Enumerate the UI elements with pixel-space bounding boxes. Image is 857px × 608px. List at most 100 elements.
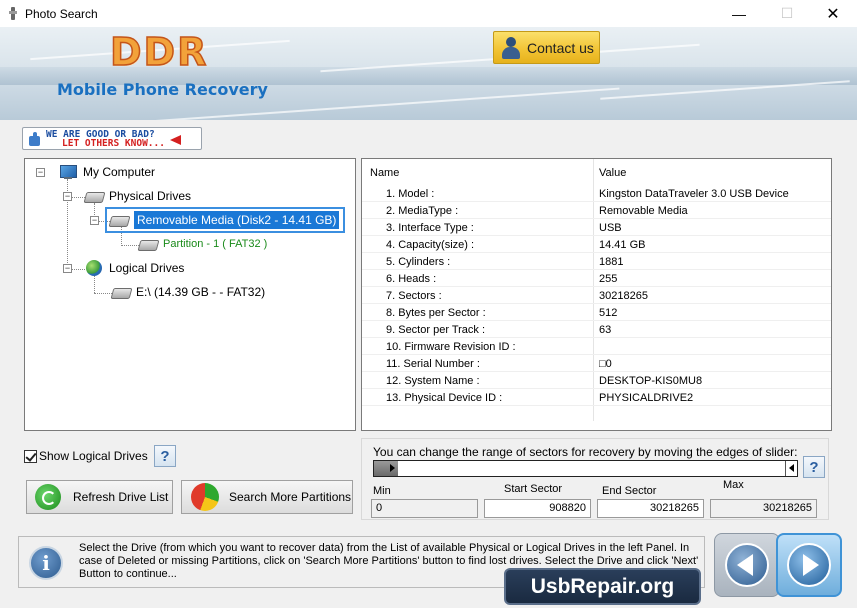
slider-end-handle[interactable]: [785, 461, 797, 476]
property-row[interactable]: 9. Sector per Track : 63: [362, 321, 831, 338]
drive-icon: [111, 285, 131, 299]
sector-range-slider[interactable]: [373, 460, 798, 477]
app-icon: [6, 6, 20, 22]
header-banner: DDR Mobile Phone Recovery Contact us: [0, 27, 857, 120]
property-row[interactable]: 8. Bytes per Sector : 512: [362, 304, 831, 321]
arrow-right-icon: [803, 554, 819, 576]
property-value: 30218265: [599, 290, 648, 302]
property-row[interactable]: 10. Firmware Revision ID :: [362, 338, 831, 355]
slider-start-handle[interactable]: [374, 461, 398, 476]
end-sector-field[interactable]: 30218265: [597, 499, 704, 518]
min-label: Min: [373, 485, 391, 497]
megaphone-icon: [168, 132, 184, 146]
arrow-left-icon: [737, 554, 753, 576]
property-row[interactable]: 3. Interface Type : USB: [362, 219, 831, 236]
slider-caption: You can change the range of sectors for …: [373, 445, 798, 459]
max-sector-field: 30218265: [710, 499, 817, 518]
property-name: 12. System Name :: [386, 375, 480, 387]
property-row[interactable]: 7. Sectors : 30218265: [362, 287, 831, 304]
property-row[interactable]: 6. Heads : 255: [362, 270, 831, 287]
product-subtitle: Mobile Phone Recovery: [57, 80, 268, 99]
property-row[interactable]: 5. Cylinders : 1881: [362, 253, 831, 270]
close-button[interactable]: ✕: [810, 0, 856, 27]
property-row[interactable]: 4. Capacity(size) : 14.41 GB: [362, 236, 831, 253]
collapse-my-computer[interactable]: −: [36, 168, 45, 177]
property-name: 9. Sector per Track :: [386, 324, 486, 336]
property-name: 10. Firmware Revision ID :: [386, 341, 516, 353]
search-more-partitions-button[interactable]: Search More Partitions: [181, 480, 353, 514]
property-value: 255: [599, 273, 618, 285]
checkbox-checked-icon[interactable]: [24, 449, 37, 463]
property-value: 512: [599, 307, 618, 319]
tree-item-physical-drives[interactable]: Physical Drives: [84, 189, 191, 203]
contact-us-button[interactable]: Contact us: [493, 31, 600, 64]
collapse-removable-media[interactable]: −: [90, 216, 99, 225]
logo: DDR: [109, 29, 209, 75]
back-button[interactable]: [714, 533, 780, 597]
property-row[interactable]: 2. MediaType : Removable Media: [362, 202, 831, 219]
property-value: 14.41 GB: [599, 239, 646, 251]
hard-drive-icon: [84, 189, 104, 203]
property-name: 5. Cylinders :: [386, 256, 451, 268]
person-icon: [500, 36, 522, 60]
start-sector-label: Start Sector: [504, 483, 563, 495]
maximize-button[interactable]: ☐: [764, 0, 810, 27]
drive-properties-grid[interactable]: Name Value 1. Model : Kingston DataTravel…: [361, 158, 832, 431]
collapse-logical-drives[interactable]: −: [63, 264, 72, 273]
refresh-drive-list-button[interactable]: Refresh Drive List: [26, 480, 173, 514]
property-name: 1. Model :: [386, 188, 435, 200]
property-value: 63: [599, 324, 612, 336]
property-name: 6. Heads :: [386, 273, 437, 285]
property-value: □0: [599, 358, 612, 370]
property-name: 13. Physical Device ID :: [386, 392, 503, 404]
property-row[interactable]: 12. System Name : DESKTOP-KIS0MU8: [362, 372, 831, 389]
min-sector-field: 0: [371, 499, 478, 518]
property-value: Removable Media: [599, 205, 688, 217]
window-title: Photo Search: [25, 6, 98, 21]
tree-item-partition[interactable]: Partition - 1 ( FAT32 ): [138, 237, 267, 251]
property-value: DESKTOP-KIS0MU8: [599, 375, 703, 387]
pie-chart-icon: [191, 483, 219, 511]
title-bar: Photo Search — ☐ ✕: [0, 0, 857, 27]
tree-item-logical-drives[interactable]: Logical Drives: [84, 260, 184, 276]
next-button[interactable]: [776, 533, 842, 597]
property-row[interactable]: 13. Physical Device ID : PHYSICALDRIVE2: [362, 389, 831, 406]
show-logical-drives-checkbox[interactable]: Show Logical Drives: [24, 449, 148, 463]
logical-drives-icon: [84, 260, 104, 276]
removable-drive-icon: [109, 213, 129, 227]
max-label: Max: [723, 479, 744, 491]
contact-us-label: Contact us: [527, 39, 594, 56]
end-sector-label: End Sector: [602, 485, 657, 497]
collapse-physical-drives[interactable]: −: [63, 192, 72, 201]
property-name: 8. Bytes per Sector :: [386, 307, 486, 319]
grid-header: Name Value: [362, 163, 831, 183]
property-name: 11. Serial Number :: [386, 358, 480, 370]
feedback-banner[interactable]: WE ARE GOOD OR BAD? LET OTHERS KNOW...: [22, 127, 202, 150]
help-button-drives[interactable]: ?: [154, 445, 176, 467]
property-name: 2. MediaType :: [386, 205, 459, 217]
property-value: USB: [599, 222, 622, 234]
tree-item-removable-media[interactable]: Removable Media (Disk2 - 14.41 GB): [105, 207, 346, 233]
start-sector-field[interactable]: 908820: [484, 499, 591, 518]
tree-item-my-computer[interactable]: My Computer: [58, 165, 155, 179]
drive-tree[interactable]: − − − − My Computer Physical Drives Remo…: [24, 158, 356, 431]
minimize-button[interactable]: —: [716, 0, 762, 27]
column-header-name: Name: [370, 167, 400, 179]
property-value: Kingston DataTraveler 3.0 USB Device: [599, 188, 789, 200]
property-row[interactable]: 1. Model : Kingston DataTraveler 3.0 USB …: [362, 185, 831, 202]
refresh-icon: [35, 484, 61, 510]
feedback-line-2: LET OTHERS KNOW...: [62, 137, 165, 149]
watermark: UsbRepair.org: [504, 568, 701, 605]
info-icon: i: [29, 546, 63, 580]
property-value: 1881: [599, 256, 624, 268]
property-row[interactable]: 11. Serial Number : □0: [362, 355, 831, 372]
property-name: 4. Capacity(size) :: [386, 239, 475, 251]
tree-item-logical-drive-e[interactable]: E:\ (14.39 GB - - FAT32): [111, 285, 265, 299]
property-value: PHYSICALDRIVE2: [599, 392, 694, 404]
property-name: 7. Sectors :: [386, 290, 442, 302]
partition-icon: [138, 237, 158, 251]
computer-icon: [58, 165, 78, 179]
sector-range-group: You can change the range of sectors for …: [361, 438, 829, 520]
column-header-value: Value: [599, 167, 627, 179]
help-button-slider[interactable]: ?: [803, 456, 825, 478]
